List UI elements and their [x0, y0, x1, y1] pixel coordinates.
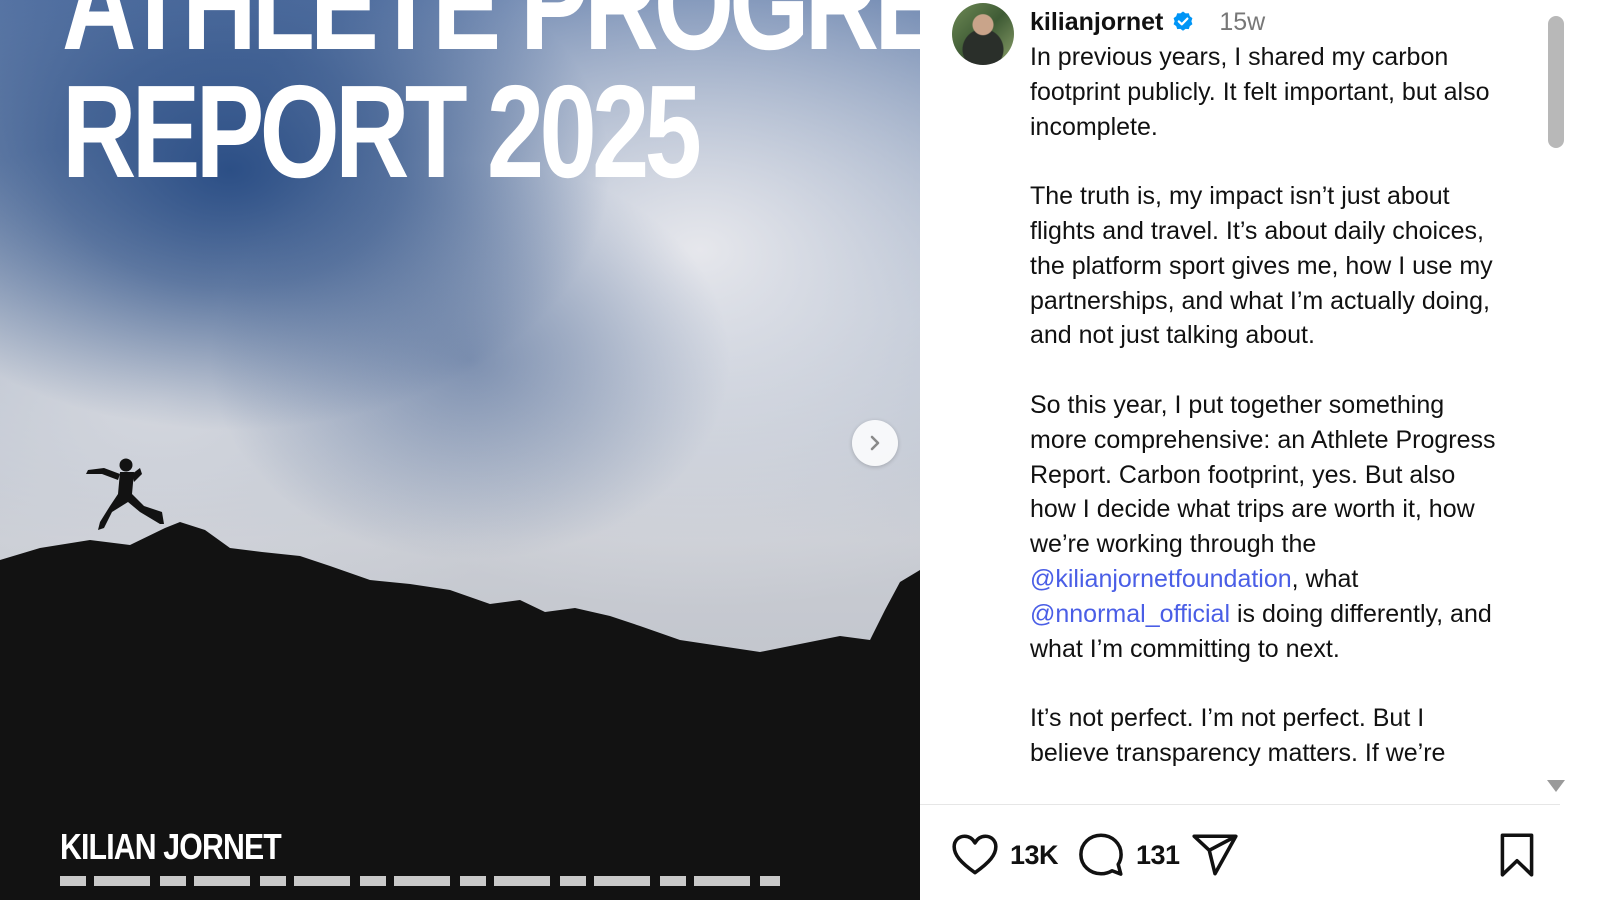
- like-count[interactable]: 13K: [1010, 840, 1059, 871]
- carousel-next-button[interactable]: [852, 420, 898, 466]
- chevron-right-icon: [870, 435, 880, 451]
- caption-header: kilianjornet 15w: [1030, 4, 1500, 40]
- comment-icon: [1079, 833, 1123, 876]
- mention-link-foundation[interactable]: @kilianjornetfoundation: [1030, 565, 1292, 593]
- send-icon: [1192, 834, 1238, 876]
- post-time-ago[interactable]: 15w: [1219, 5, 1265, 40]
- image-author-tag: KILIAN JORNET: [60, 826, 282, 867]
- post-actions-bar: 13K 131: [950, 830, 1550, 886]
- divider: [920, 804, 1560, 805]
- avatar[interactable]: [952, 3, 1014, 65]
- caption-paragraph-2: The truth is, my impact isn’t just about…: [1030, 182, 1493, 350]
- mountain-silhouette: [0, 458, 920, 900]
- caption-scroll-area[interactable]: kilianjornet 15w In previous years, I sh…: [920, 0, 1560, 804]
- comment-count[interactable]: 131: [1136, 840, 1180, 871]
- caption-paragraph-1: In previous years, I shared my carbon fo…: [1030, 43, 1490, 141]
- post-image: ATHLETE PROGRESSREPORT 2025 KILIAN JORNE…: [0, 0, 920, 900]
- scroll-down-arrow-icon[interactable]: [1547, 780, 1565, 792]
- username-link[interactable]: kilianjornet: [1030, 5, 1163, 40]
- comment-button[interactable]: 131: [1076, 830, 1180, 880]
- runner-silhouette: [86, 458, 164, 530]
- scrollbar-thumb[interactable]: [1548, 16, 1564, 148]
- like-button[interactable]: 13K: [950, 830, 1059, 880]
- verified-badge-icon: [1171, 10, 1195, 34]
- image-subtitle-cropped: [60, 876, 780, 886]
- save-button[interactable]: [1492, 830, 1542, 880]
- caption-paragraph-4: It’s not perfect. I’m not perfect. But I…: [1030, 704, 1446, 767]
- caption-text: , what: [1291, 564, 1359, 593]
- caption-paragraph-3: So this year, I put together something m…: [1030, 388, 1500, 666]
- bookmark-icon: [1500, 833, 1534, 877]
- post-caption: kilianjornet 15w In previous years, I sh…: [1030, 4, 1500, 804]
- mention-link-nnormal[interactable]: @nnormal_official: [1030, 600, 1230, 628]
- heart-icon: [952, 834, 998, 875]
- caption-text: So this year, I put together something m…: [1030, 390, 1496, 559]
- share-button[interactable]: [1190, 830, 1240, 880]
